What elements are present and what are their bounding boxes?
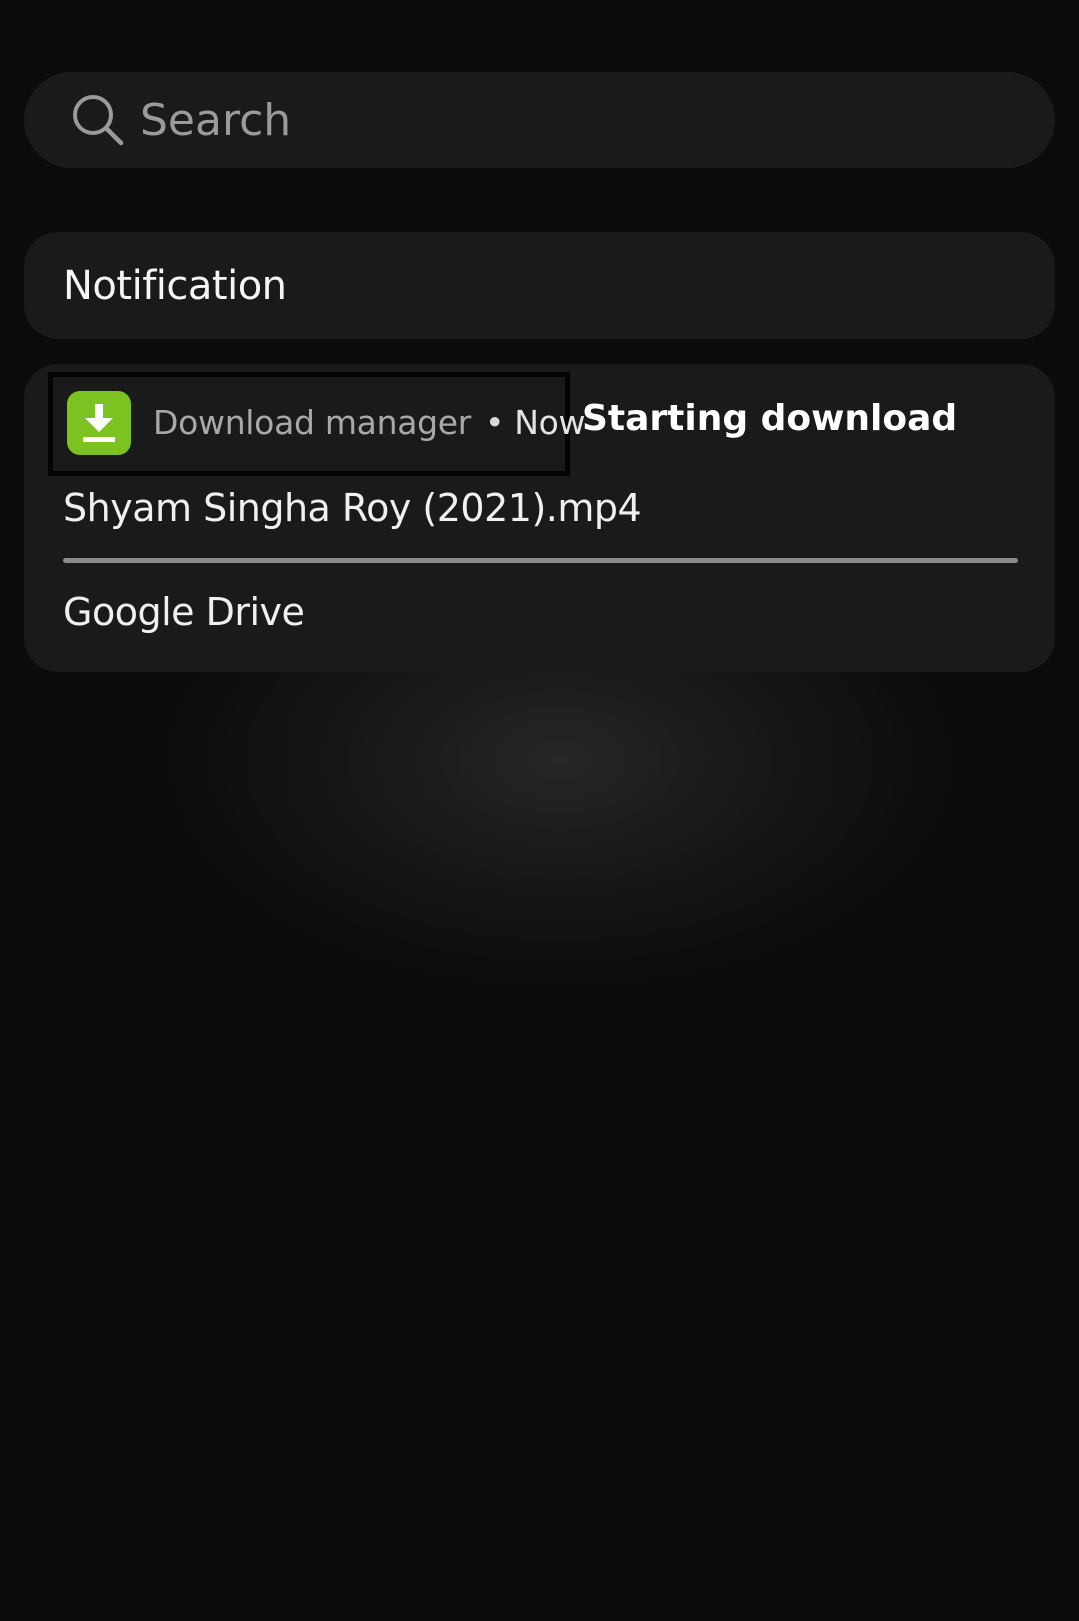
download-progress-fill	[63, 558, 1018, 563]
download-progress-bar	[63, 558, 1018, 563]
notification-title: Starting download	[582, 398, 958, 439]
download-icon	[67, 391, 131, 455]
notification-filename: Shyam Singha Roy (2021).mp4	[63, 486, 642, 530]
notification-source: Google Drive	[63, 590, 305, 634]
section-title: Notification	[63, 262, 287, 309]
notification-section-header: Notification	[24, 232, 1055, 339]
search-input[interactable]	[140, 85, 960, 155]
notification-card[interactable]: Download manager • Now Starting download S…	[24, 364, 1055, 672]
search-bar[interactable]	[24, 72, 1055, 168]
search-icon	[68, 90, 128, 150]
notification-app-meta: Download manager • Now	[153, 403, 585, 442]
notification-time: Now	[514, 403, 586, 442]
notification-header[interactable]: Download manager • Now	[48, 372, 585, 476]
separator-dot: •	[485, 403, 505, 442]
app-name: Download manager	[153, 403, 472, 442]
